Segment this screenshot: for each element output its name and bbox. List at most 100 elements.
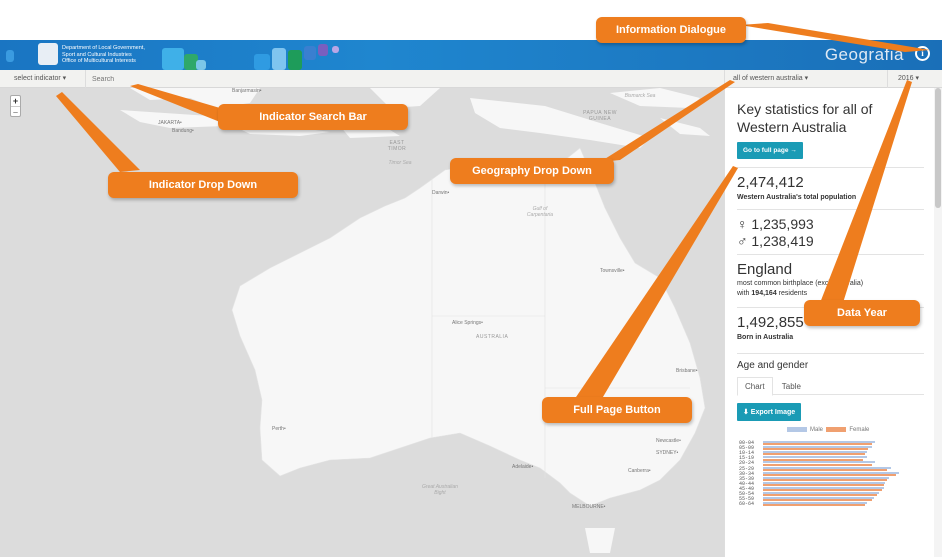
decorative-block [254,54,270,70]
divider [737,254,924,255]
map-label-bight: Great Australian Bight [422,484,458,496]
map-label-carpentaria: Gulf of Carpentaria [526,206,554,218]
birthplace-count-suffix: residents [776,290,808,297]
age-gender-title: Age and gender [737,360,809,371]
map-label-png: PAPUA NEW GUINEA [583,110,617,122]
age-label: 60-64 [739,501,755,508]
geografia-brand: Geografia [824,45,904,64]
decorative-block [196,60,206,70]
decorative-block [304,46,316,60]
female-bar [763,504,865,507]
legend-female-label: Female [849,427,870,434]
female-bar [763,463,872,466]
map-label-bismarck: Bismarck Sea [624,93,656,99]
map-label-timor: EAST TIMOR [387,140,407,152]
map-label-townsville: Townsville• [600,268,625,274]
decorative-block [162,48,184,70]
tasmania-land [585,528,615,553]
map-label-australia: AUSTRALIA [476,334,509,340]
zoom-out-button[interactable]: – [11,106,20,117]
government-crest-logo [38,43,58,65]
age-gender-chart: Male Female 00-04 05-09 10-14 15-19 20-24 25-… [737,427,917,537]
divider [737,353,924,354]
female-bar [763,489,882,492]
map-geography [120,88,710,553]
scrollbar-thumb[interactable] [935,88,941,208]
age-gender-tabs: Chart Table [737,377,924,396]
birthplace-count-line: with 194,164 residents [737,289,924,299]
population-label: Western Australia's total population [737,194,857,201]
zoom-in-button[interactable]: + [11,96,20,106]
divider [737,167,924,168]
female-bar [763,499,872,502]
birthplace-count: 194,164 [751,290,777,297]
birthplace-description: most common birthplace (excl. Australia) [737,280,864,287]
papua-land [470,98,650,148]
geography-dropdown[interactable]: all of western australia ▾ [724,70,888,88]
info-icon[interactable]: i [915,46,930,61]
callout-information-dialogue: Information Dialogue [596,17,746,43]
map-label-newcastle: Newcastle• [656,438,681,444]
female-bar [763,473,896,476]
legend-male-label: Male [810,427,824,434]
zoom-control: + – [10,95,21,117]
indicator-dropdown[interactable]: select indicator ▾ [0,70,86,88]
map-label-bandung: Bandung• [172,128,194,134]
female-bar [763,478,888,481]
screenshot-root: Department of Local Government, Sport an… [0,0,942,557]
map-label-perth: Perth• [272,426,286,432]
map-label-brisbane: Brisbane• [676,368,698,374]
department-name: Department of Local Government, Sport an… [62,45,145,65]
dept-line-3: Office of Multicultural Interests [62,58,136,64]
full-page-button[interactable]: Go to full page → [737,142,803,159]
chart-legend: Male Female [787,427,869,433]
female-bar [763,448,869,451]
toolbar: select indicator ▾ all of western austra… [0,70,942,88]
female-bar [763,453,865,456]
callout-indicator-search-bar: Indicator Search Bar [218,104,408,130]
female-bar [763,494,877,497]
divider [737,209,924,210]
panel-scrollbar[interactable] [934,88,942,557]
app-header: Department of Local Government, Sport an… [0,40,942,70]
decorative-block [318,44,328,56]
decorative-block [272,48,286,70]
dept-line-1: Department of Local Government, [62,45,145,51]
born-australia-label: Born in Australia [737,334,794,341]
year-dropdown[interactable]: 2016 ▾ [890,70,942,88]
panel-title: Key statistics for all of Western Austra… [737,101,873,135]
decorative-block [6,50,14,62]
legend-male-swatch [787,427,807,432]
map-label-banjarmasin: Banjarmasin• [232,88,262,94]
map-label-canberra: Canberra• [628,468,651,474]
female-bar [763,468,888,471]
decorative-block [332,46,339,53]
birthplace-value: England [737,261,793,278]
map-label-adelaide: Adelaide• [512,464,534,470]
map-label-darwin: Darwin• [432,190,450,196]
population-value: 2,474,412 [737,174,804,191]
export-image-button[interactable]: ⬇ Export Image [737,403,802,421]
solomon-land [660,118,710,136]
birthplace-count-prefix: with [737,290,752,297]
male-count: ♂ 1,238,419 [737,233,814,249]
decorative-block [288,50,302,70]
female-count: ♀ 1,235,993 [737,216,814,232]
australia-land [231,147,706,507]
map-label-jakarta: JAKARTA• [158,120,182,126]
legend-female-swatch [826,427,847,432]
female-bar [763,484,884,486]
map-label-melbourne: MELBOURNE• [572,504,606,510]
callout-full-page-button: Full Page Button [542,397,692,423]
callout-data-year: Data Year [804,300,920,326]
female-bar [763,458,864,461]
callout-indicator-drop-down: Indicator Drop Down [108,172,298,198]
tab-table[interactable]: Table [775,378,808,395]
map-label-sydney: SYDNEY• [656,450,679,456]
map-canvas[interactable]: + – Banjarmasin• JAKARTA• Bandung• Bisma… [0,88,724,557]
callout-geography-drop-down: Geography Drop Down [450,158,614,184]
map-label-alice-springs: Alice Springs• [452,320,483,326]
tab-chart[interactable]: Chart [737,377,773,396]
map-label-timor-sea: Timor Sea [388,160,412,166]
indicator-search-input[interactable] [87,72,720,86]
